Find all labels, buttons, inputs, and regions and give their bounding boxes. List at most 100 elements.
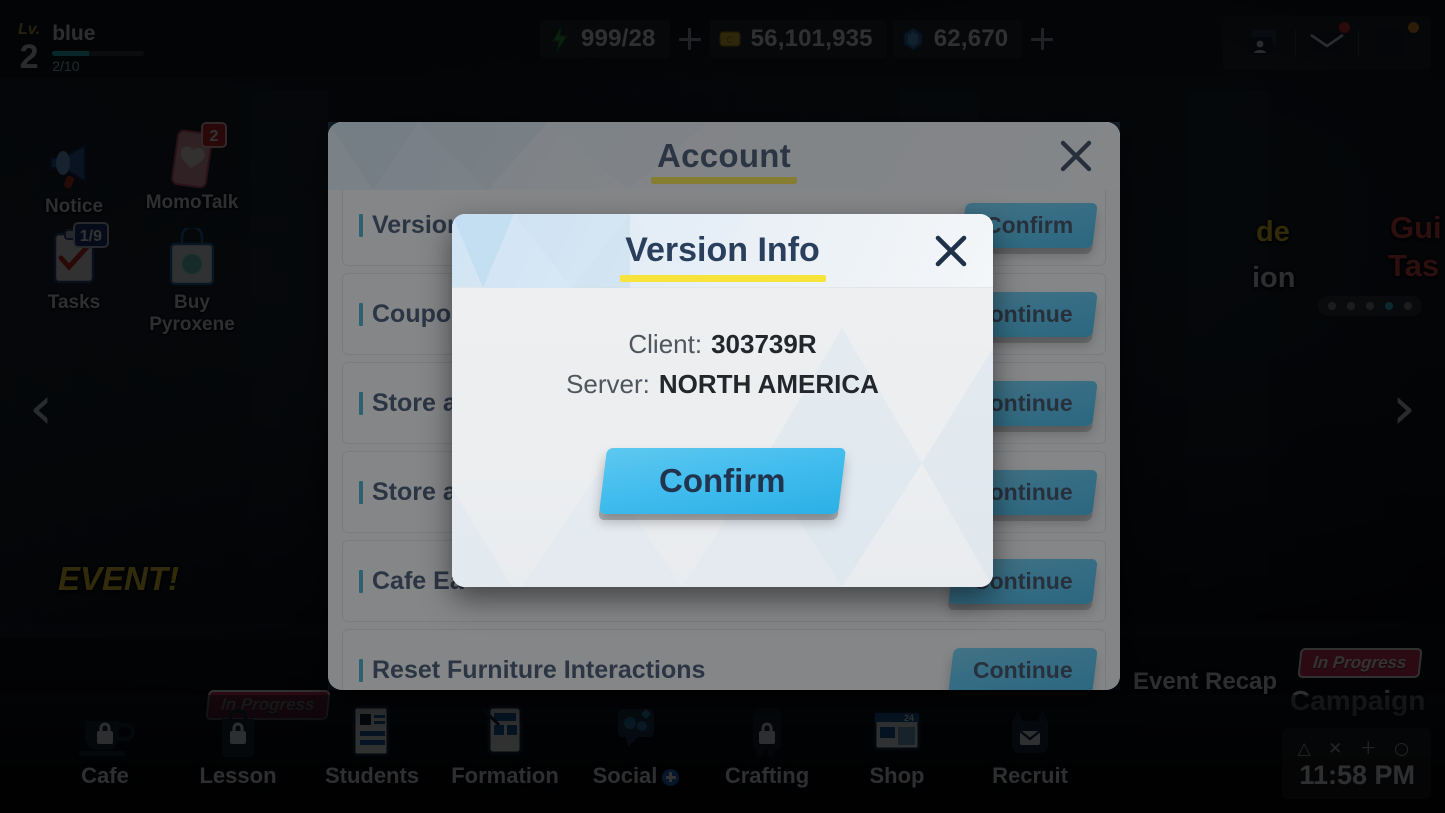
row-label: Store a <box>372 388 457 417</box>
shopping-bag-icon <box>161 228 223 290</box>
field-value: 303739R <box>711 329 817 359</box>
carousel-dot-active[interactable] <box>1385 302 1393 310</box>
lock-icon <box>94 720 116 746</box>
profile-card-button[interactable] <box>1233 22 1295 64</box>
student-list-icon <box>340 703 404 761</box>
nav-label: Lesson <box>199 763 277 788</box>
confirm-button-label: Confirm <box>659 462 786 500</box>
player-name: blue <box>52 22 96 45</box>
ap-value: 999/28 <box>581 25 656 52</box>
shortcut-label: Tasks <box>47 292 101 313</box>
confirm-button[interactable]: Confirm <box>599 448 846 515</box>
storefront-icon: 24 <box>865 703 929 761</box>
nav-item-recruit[interactable]: Recruit <box>955 703 1105 789</box>
svg-text:C: C <box>726 35 733 45</box>
carousel-prev-arrow[interactable]: ‹ <box>14 378 68 438</box>
title-underline <box>651 177 797 184</box>
carousel-dot[interactable] <box>1366 302 1374 310</box>
version-info-body: Client: 303739R Server: NORTH AMERICA Co… <box>452 288 993 587</box>
recruit-icon <box>998 703 1062 761</box>
momotalk-badge: 2 <box>201 122 227 148</box>
player-level: Lv. 2 <box>18 21 41 75</box>
field-value: NORTH AMERICA <box>658 368 879 399</box>
field-label: Server: <box>566 368 650 399</box>
field-server: Server: NORTH AMERICA <box>452 365 993 405</box>
account-dialog-title: Account <box>656 137 792 174</box>
bg-event-banner: EVENT! <box>58 560 180 597</box>
field-client: Client: 303739R <box>452 325 993 365</box>
social-add-icon[interactable] <box>662 768 680 786</box>
credits-value: 56,101,935 <box>750 25 873 52</box>
pyroxene-add-button[interactable] <box>1028 25 1056 53</box>
clock-widget: △ ✕ ＋ ○ 11:58 PM <box>1281 728 1431 799</box>
pyroxene-icon <box>901 26 925 52</box>
account-dialog-header: Account <box>328 122 1120 190</box>
currency-ap[interactable]: 999/28 <box>540 20 670 58</box>
nav-item-social[interactable]: Social <box>561 703 711 789</box>
row-action-label: Continue <box>973 656 1073 683</box>
bg-label-de: de <box>1256 216 1290 248</box>
player-info[interactable]: Lv. 2 blue 2/10 <box>18 21 145 75</box>
backpack-icon <box>206 703 270 761</box>
level-label: Lv. <box>18 21 41 39</box>
carousel-next-arrow[interactable]: › <box>1377 378 1431 438</box>
row-label: Reset Furniture Interactions <box>372 655 706 684</box>
nav-item-shop[interactable]: 24 Shop <box>822 703 972 789</box>
phone-icon: 2 <box>161 122 227 190</box>
carousel-dots[interactable] <box>1318 296 1422 316</box>
nav-item-crafting[interactable]: Crafting <box>692 703 842 789</box>
game-screen: Lv. 2 blue 2/10 999/28 C 56,101,935 62,6… <box>0 0 1445 813</box>
clipboard-icon: 1/9 <box>43 222 109 290</box>
nav-item-formation[interactable]: Formation <box>430 703 580 789</box>
shortcut-label: Notice <box>44 196 104 217</box>
chat-bubble-icon <box>604 703 668 761</box>
lock-icon <box>756 720 778 746</box>
row-label: Store a <box>372 477 457 506</box>
tasks-badge: 1/9 <box>72 222 109 248</box>
mail-badge-dot <box>1339 22 1350 33</box>
bottom-nav: Cafe Lesson Students Formation Social Cr… <box>0 695 1445 813</box>
campaign-in-progress-badge: In Progress <box>1297 648 1423 678</box>
shortcut-buy-pyroxene[interactable]: Buy Pyroxene <box>144 228 240 336</box>
version-info-header: Version Info <box>452 214 993 288</box>
row-accent-bar <box>359 213 363 237</box>
menu-grid-button[interactable] <box>1359 22 1421 64</box>
currency-credits[interactable]: C 56,101,935 <box>709 20 887 58</box>
nav-label: Formation <box>451 763 559 788</box>
currency-pyroxene[interactable]: 62,670 <box>892 20 1023 58</box>
xp-bar <box>52 51 145 57</box>
formation-tablet-icon <box>473 703 537 761</box>
bg-label-gui: Gui <box>1390 210 1442 245</box>
nav-item-lesson[interactable]: Lesson <box>163 703 313 789</box>
mail-button[interactable] <box>1296 22 1358 64</box>
close-icon[interactable] <box>1054 134 1098 178</box>
nav-label: Students <box>324 763 420 788</box>
carousel-dot[interactable] <box>1347 302 1355 310</box>
top-hud: Lv. 2 blue 2/10 999/28 C 56,101,935 62,6… <box>0 0 1445 78</box>
controller-glyphs: △ ✕ ＋ ○ <box>1297 739 1415 759</box>
shortcut-label: Buy Pyroxene <box>149 292 235 335</box>
bg-label-ion: ion <box>1252 262 1296 294</box>
nav-label: Shop <box>869 763 925 788</box>
megaphone-icon <box>43 132 105 194</box>
currency-bar: 999/28 C 56,101,935 62,670 <box>540 20 1056 58</box>
carousel-dot[interactable] <box>1328 302 1336 310</box>
shortcut-notice[interactable]: Notice <box>26 132 122 218</box>
shortcut-label: MomoTalk <box>145 192 239 213</box>
ap-add-button[interactable] <box>676 25 704 53</box>
version-info-title: Version Info <box>625 231 820 269</box>
nav-item-students[interactable]: Students <box>297 703 447 789</box>
bg-label-event-recap[interactable]: Event Recap <box>1133 668 1277 696</box>
close-icon[interactable] <box>927 227 975 275</box>
coffee-cup-icon <box>73 703 137 761</box>
row-action-button[interactable]: Continue <box>948 647 1098 690</box>
title-underline <box>619 275 826 282</box>
shortcut-tasks[interactable]: 1/9 Tasks <box>26 222 122 314</box>
clock-time: 11:58 PM <box>1299 760 1415 790</box>
nav-label: Recruit <box>992 763 1068 788</box>
carousel-dot[interactable] <box>1404 302 1412 310</box>
shortcut-momotalk[interactable]: 2 MomoTalk <box>144 122 240 214</box>
table-row[interactable]: Reset Furniture Interactions Continue <box>342 629 1106 690</box>
row-accent-bar <box>359 480 363 504</box>
nav-item-cafe[interactable]: Cafe <box>30 703 180 789</box>
